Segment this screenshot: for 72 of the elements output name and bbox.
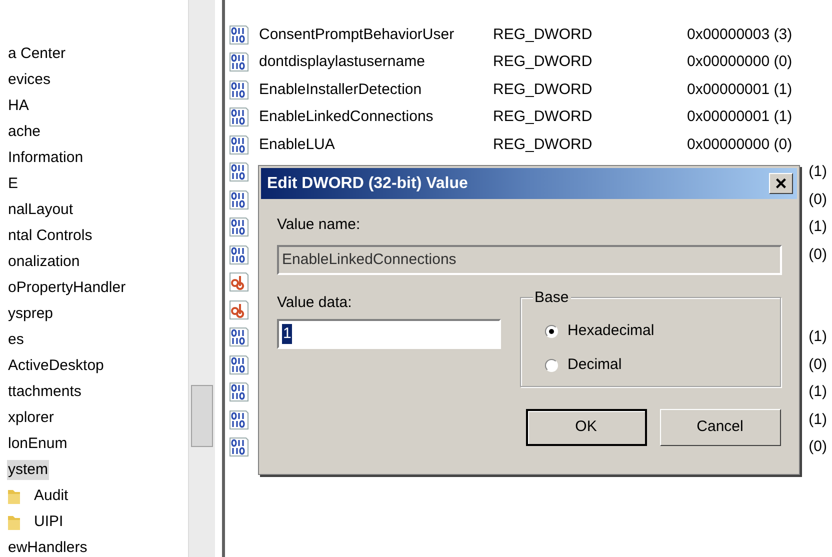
window-title: Edit DWORD (32-bit) Value bbox=[267, 174, 468, 194]
field-label: Value data: bbox=[277, 293, 352, 313]
value-name: ConsentPromptBehaviorUser bbox=[258, 24, 456, 44]
tree-item[interactable]: Information bbox=[7, 148, 84, 168]
folder-icon bbox=[8, 514, 20, 530]
binary-value-icon bbox=[229, 190, 249, 210]
value-name: dontdisplaylastusername bbox=[258, 52, 426, 72]
value-data: (0) bbox=[808, 190, 827, 210]
value-data: 0x00000001 (1) bbox=[687, 80, 792, 100]
tree-item[interactable]: E bbox=[7, 174, 20, 194]
tree-item[interactable]: ystem bbox=[7, 460, 50, 480]
binary-value-icon bbox=[229, 217, 249, 238]
value-type: REG_DWORD bbox=[493, 80, 594, 100]
binary-value-icon bbox=[229, 107, 249, 128]
value-data: (0) bbox=[808, 354, 827, 374]
folder-icon bbox=[8, 488, 20, 504]
tree-item[interactable]: oPropertyHandler bbox=[7, 278, 127, 298]
tree-item[interactable]: ActiveDesktop bbox=[7, 356, 105, 376]
value-data: (1) bbox=[808, 162, 827, 182]
value-name-field[interactable]: EnableLinkedConnections bbox=[277, 245, 782, 275]
tree-item[interactable]: lonEnum bbox=[7, 434, 68, 454]
tree-item[interactable]: a Center bbox=[7, 44, 67, 64]
tree-item[interactable]: evices bbox=[7, 70, 52, 90]
tree-item[interactable]: HA bbox=[7, 96, 30, 116]
tree-item[interactable]: ysprep bbox=[7, 304, 54, 324]
value-type: REG_DWORD bbox=[493, 24, 594, 44]
tree-item[interactable]: ttachments bbox=[7, 382, 82, 402]
value-type: REG_DWORD bbox=[493, 107, 594, 127]
value-name: EnableInstallerDetection bbox=[258, 80, 423, 100]
radio-option[interactable]: Hexadecimal bbox=[544, 314, 654, 348]
radio-option[interactable]: Decimal bbox=[544, 348, 622, 382]
binary-value-icon bbox=[229, 52, 249, 72]
tree-item[interactable]: ewHandlers bbox=[7, 538, 88, 557]
value-name: EnableLinkedConnections bbox=[258, 107, 434, 127]
tree-item[interactable]: nalLayout bbox=[7, 200, 74, 220]
scrollbar-thumb[interactable] bbox=[191, 385, 213, 447]
close-button[interactable]: × bbox=[769, 173, 793, 194]
tree-item[interactable]: ache bbox=[7, 122, 42, 142]
value-data-field[interactable]: 1 bbox=[277, 319, 501, 349]
tree-item[interactable]: UIPI bbox=[33, 512, 64, 532]
binary-value-icon bbox=[229, 327, 249, 348]
binary-value-icon bbox=[229, 354, 249, 375]
binary-value-icon bbox=[229, 437, 249, 458]
value-data: (1) bbox=[808, 217, 827, 237]
binary-value-icon bbox=[229, 244, 249, 265]
value-data: 0x00000001 (1) bbox=[687, 107, 792, 127]
value-data: 0x00000000 (0) bbox=[687, 52, 792, 72]
value-data: (1) bbox=[808, 382, 827, 402]
value-data: (0) bbox=[808, 244, 827, 264]
cancel-button[interactable]: Cancel bbox=[660, 409, 781, 446]
value-data: (1) bbox=[808, 410, 827, 430]
binary-value-icon bbox=[229, 80, 249, 100]
binary-value-icon bbox=[229, 162, 249, 182]
value-type: REG_DWORD bbox=[493, 134, 594, 154]
tree-item[interactable]: onalization bbox=[7, 252, 81, 272]
binary-value-icon bbox=[229, 382, 249, 402]
value-name: EnableLUA bbox=[258, 134, 336, 154]
binary-value-icon bbox=[229, 410, 249, 430]
value-data: 0x00000003 (3) bbox=[687, 24, 792, 44]
field-label: Value name: bbox=[277, 215, 360, 235]
tree-item[interactable]: es bbox=[7, 330, 25, 350]
binary-value-icon bbox=[229, 24, 249, 45]
tree-item[interactable]: ntal Controls bbox=[7, 226, 94, 246]
ok-button[interactable]: OK bbox=[526, 409, 647, 446]
tree-item[interactable]: Audit bbox=[33, 486, 70, 506]
scrollbar[interactable] bbox=[188, 0, 215, 557]
binary-value-icon bbox=[229, 134, 249, 155]
value-data: (1) bbox=[808, 327, 827, 347]
value-data: 0x00000000 (0) bbox=[687, 134, 792, 154]
value-data: (0) bbox=[808, 437, 827, 457]
value-type: REG_DWORD bbox=[493, 52, 594, 72]
tree-item[interactable]: xplorer bbox=[7, 408, 55, 428]
